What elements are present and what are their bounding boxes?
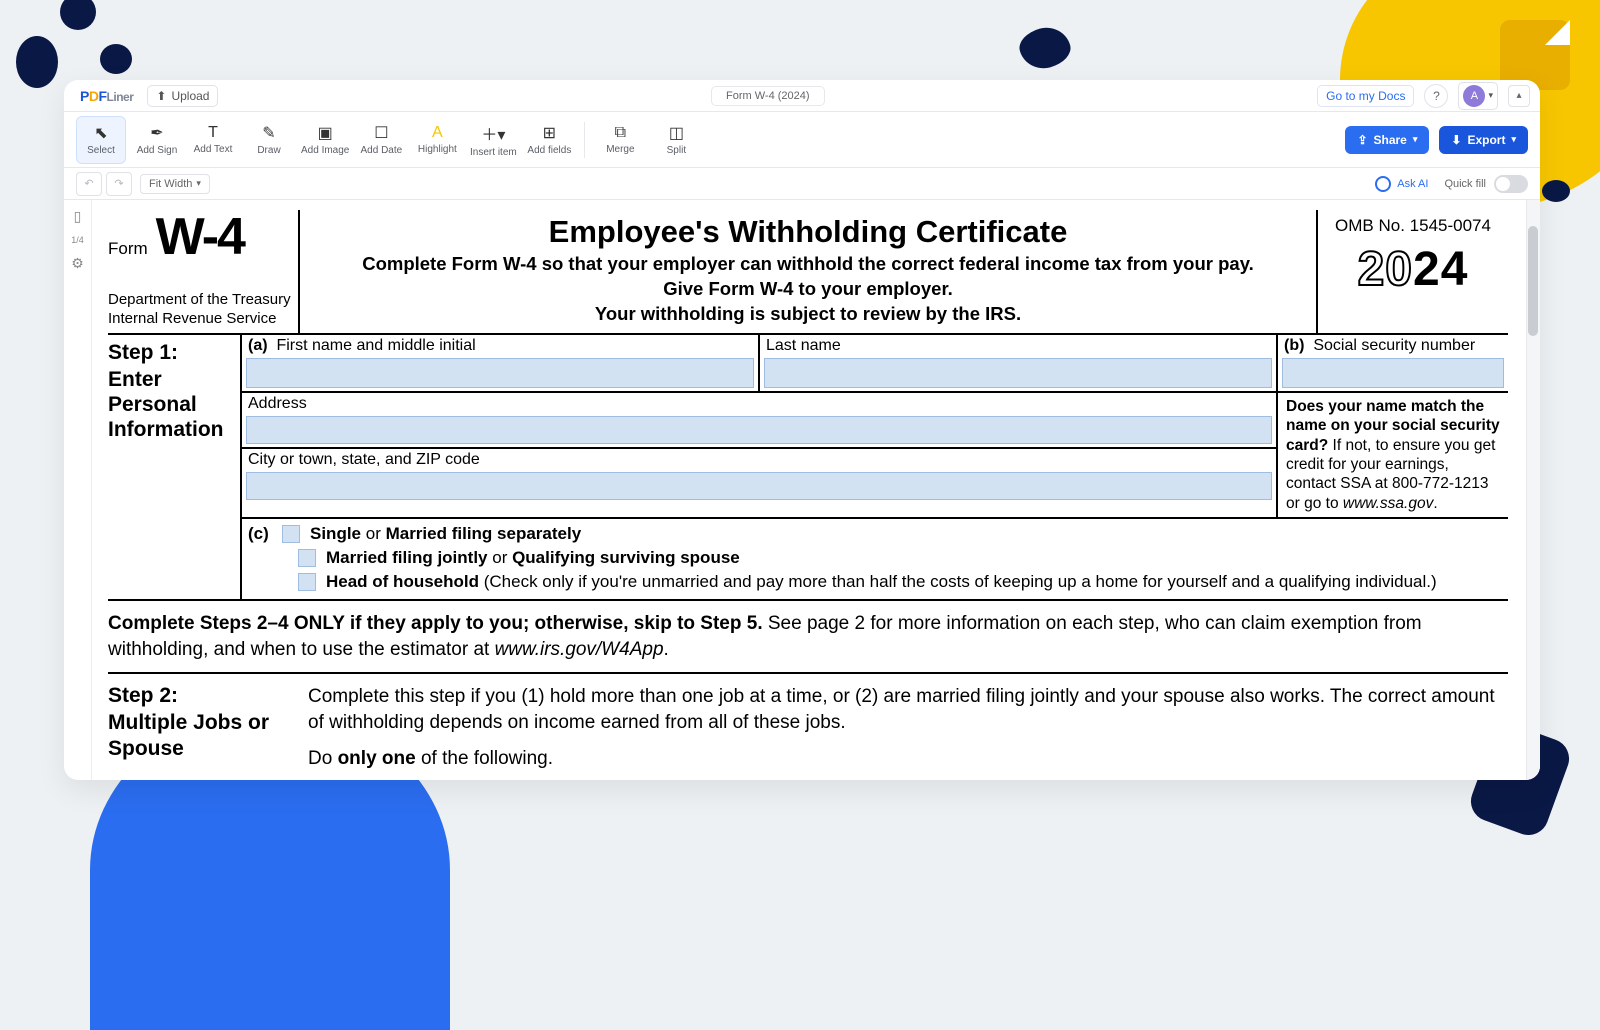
- last-name-field[interactable]: [764, 358, 1272, 388]
- tool-select[interactable]: ⬉Select: [76, 116, 126, 164]
- form-word: Form: [108, 239, 156, 259]
- scrollbar-thumb[interactable]: [1528, 226, 1538, 336]
- step1-title: Step 1:: [108, 341, 234, 365]
- workspace: ▯ 1/4 ⚙ FormW-4 Department of the Treasu…: [64, 200, 1540, 780]
- checkbox-mfj[interactable]: [298, 549, 316, 567]
- go-to-docs-button[interactable]: Go to my Docs: [1317, 85, 1414, 107]
- settings-icon[interactable]: ⚙: [71, 255, 84, 272]
- cursor-icon: ⬉: [94, 123, 107, 143]
- form-sub-1: Complete Form W-4 so that your employer …: [318, 252, 1298, 277]
- quick-fill-toggle[interactable]: Quick fill: [1444, 175, 1528, 193]
- pen-icon: ✎: [262, 123, 275, 143]
- export-button[interactable]: ⬇Export▾: [1439, 126, 1528, 154]
- ssn-name-match-text: Does your name match the name on your so…: [1278, 393, 1508, 517]
- address-field[interactable]: [246, 416, 1272, 444]
- step2-p1: Complete this step if you (1) hold more …: [308, 684, 1508, 735]
- tool-add-fields[interactable]: ⊞Add fields: [524, 116, 574, 164]
- page-counter: 1/4: [71, 235, 84, 245]
- share-button[interactable]: ⇪Share▾: [1345, 126, 1429, 154]
- zoom-fit-select[interactable]: Fit Width ▾: [140, 174, 210, 194]
- upload-label: Upload: [171, 89, 209, 103]
- download-icon: ⬇: [1451, 133, 1461, 147]
- image-icon: ▣: [318, 123, 333, 143]
- tool-insert-item[interactable]: ＋▾Insert item: [468, 116, 518, 164]
- share-icon: ⇪: [1357, 133, 1367, 147]
- tool-split[interactable]: ◫Split: [651, 116, 701, 164]
- user-menu[interactable]: A ▾: [1458, 82, 1498, 110]
- tool-merge[interactable]: ⧉Merge: [595, 116, 645, 164]
- chevron-down-icon: ▾: [1511, 134, 1516, 145]
- tool-draw[interactable]: ✎Draw: [244, 116, 294, 164]
- chevron-down-icon: ▾: [1413, 134, 1418, 145]
- form-w4: FormW-4 Department of the Treasury Inter…: [108, 210, 1508, 780]
- help-button[interactable]: ?: [1424, 84, 1448, 108]
- upload-button[interactable]: ⬆ Upload: [147, 85, 218, 107]
- checkbox-hoh[interactable]: [298, 573, 316, 591]
- tool-add-date[interactable]: ☐Add Date: [356, 116, 406, 164]
- dept-line-1: Department of the Treasury: [108, 291, 292, 310]
- ai-icon: [1375, 176, 1391, 192]
- avatar: A: [1463, 85, 1485, 107]
- tool-add-sign[interactable]: ✒Add Sign: [132, 116, 182, 164]
- form-sub-2: Give Form W-4 to your employer.: [318, 277, 1298, 302]
- topbar: PDFLiner ⬆ Upload Form W-4 (2024) Go to …: [64, 80, 1540, 112]
- app-window: PDFLiner ⬆ Upload Form W-4 (2024) Go to …: [64, 80, 1540, 780]
- page-thumb-icon[interactable]: ▯: [74, 208, 82, 225]
- sign-icon: ✒: [150, 123, 163, 143]
- checkbox-single[interactable]: [282, 525, 300, 543]
- toggle-icon: [1494, 175, 1528, 193]
- document-title[interactable]: Form W-4 (2024): [711, 86, 825, 106]
- form-sub-3: Your withholding is subject to review by…: [318, 302, 1298, 327]
- fields-icon: ⊞: [543, 123, 556, 143]
- form-title: Employee's Withholding Certificate: [318, 214, 1298, 250]
- form-year: 2024: [1322, 242, 1504, 297]
- main-toolbar: ⬉Select ✒Add Sign TAdd Text ✎Draw ▣Add I…: [64, 112, 1540, 168]
- step1-subtitle: Enter Personal Information: [108, 367, 234, 443]
- chevron-down-icon: ▾: [196, 178, 201, 189]
- step2-subtitle: Multiple Jobs or Spouse: [108, 710, 300, 760]
- secondary-toolbar: ↶ ↷ Fit Width ▾ Ask AI Quick fill: [64, 168, 1540, 200]
- ask-ai-button[interactable]: Ask AI: [1375, 176, 1428, 192]
- calendar-icon: ☐: [374, 123, 388, 143]
- form-code: W-4: [156, 208, 244, 266]
- steps-2-4-note: Complete Steps 2–4 ONLY if they apply to…: [108, 601, 1508, 674]
- city-field[interactable]: [246, 472, 1272, 500]
- omb-number: OMB No. 1545-0074: [1322, 216, 1504, 236]
- text-icon: T: [208, 124, 218, 142]
- chevron-down-icon: ▾: [1488, 90, 1493, 101]
- dept-line-2: Internal Revenue Service: [108, 310, 292, 329]
- merge-icon: ⧉: [615, 124, 626, 142]
- tool-highlight[interactable]: AHighlight: [412, 116, 462, 164]
- first-name-field[interactable]: [246, 358, 754, 388]
- split-icon: ◫: [669, 123, 684, 143]
- plus-icon: ＋▾: [481, 121, 505, 145]
- left-rail: ▯ 1/4 ⚙: [64, 200, 92, 780]
- step2-p2: Do only one of the following.: [308, 746, 1508, 772]
- tool-add-image[interactable]: ▣Add Image: [300, 116, 350, 164]
- app-logo: PDFLiner: [74, 88, 139, 104]
- undo-button[interactable]: ↶: [76, 172, 102, 196]
- step2-title: Step 2:: [108, 684, 300, 708]
- redo-button[interactable]: ↷: [106, 172, 132, 196]
- expand-button[interactable]: ▴: [1508, 85, 1530, 107]
- upload-icon: ⬆: [156, 89, 166, 103]
- tool-add-text[interactable]: TAdd Text: [188, 116, 238, 164]
- ssn-field[interactable]: [1282, 358, 1504, 388]
- highlight-icon: A: [432, 124, 443, 142]
- document-viewport[interactable]: FormW-4 Department of the Treasury Inter…: [92, 200, 1540, 780]
